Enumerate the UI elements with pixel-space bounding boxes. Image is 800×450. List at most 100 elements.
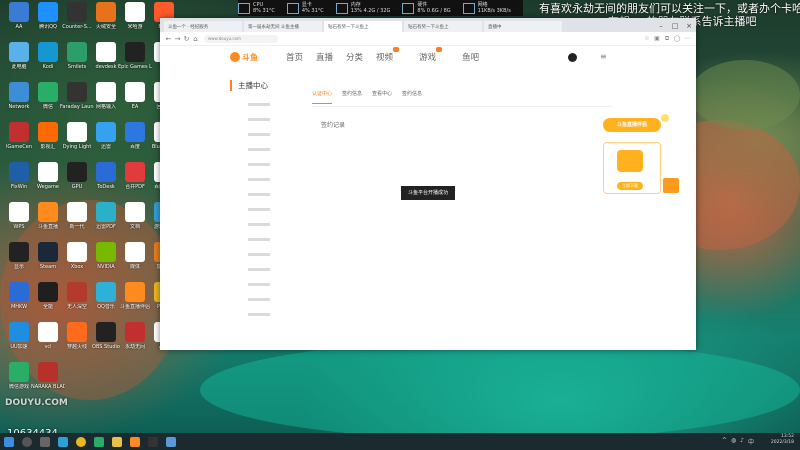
maximize-icon[interactable]: □ — [668, 20, 682, 32]
search-icon[interactable] — [22, 436, 32, 447]
app-icon — [67, 322, 87, 342]
sidebar-item[interactable] — [248, 238, 270, 241]
perf-text: 内存 13% 4.2G / 32G — [351, 2, 391, 14]
browser-tab[interactable]: 钻石有奖一下斗鱼上 — [324, 21, 402, 32]
nav-home[interactable]: 首页 — [286, 51, 303, 63]
sidebar-item[interactable] — [248, 298, 270, 301]
tab-divider — [312, 106, 612, 107]
refresh-icon[interactable]: ↻ — [182, 35, 191, 43]
app-icon — [96, 2, 116, 22]
edge-icon[interactable] — [58, 436, 68, 447]
hot-badge — [436, 47, 443, 52]
ime-icon[interactable]: 中 — [748, 437, 754, 446]
more-icon[interactable]: ⋯ — [682, 35, 692, 43]
app-icon — [38, 362, 58, 382]
app-icon — [9, 282, 29, 302]
window-controls: – □ × — [654, 20, 696, 32]
qr-code-icon[interactable] — [663, 178, 679, 193]
explorer-icon[interactable] — [112, 436, 122, 447]
promo-banner[interactable]: 斗鱼直播伴侣 — [603, 118, 661, 132]
url-field[interactable]: www.douyu.com — [204, 34, 278, 43]
nav-live[interactable]: 直播 — [316, 51, 333, 63]
nav-video[interactable]: 视频 — [376, 47, 406, 63]
tab-contract-info[interactable]: 签约信息 — [342, 90, 362, 104]
extension-icon[interactable]: ▣ — [652, 35, 662, 43]
sidebar-item[interactable] — [248, 313, 270, 316]
minimize-icon[interactable]: – — [654, 20, 668, 32]
nav-category[interactable]: 分类 — [346, 51, 363, 63]
sidebar-item[interactable] — [248, 268, 270, 271]
profile-icon[interactable]: ◯ — [672, 35, 682, 43]
collections-icon[interactable]: ⧉ — [662, 35, 672, 43]
app-icon — [67, 202, 87, 222]
app-icon — [38, 282, 58, 302]
sidebar-item[interactable] — [248, 118, 270, 121]
app-icon — [9, 122, 29, 142]
app-icon — [96, 42, 116, 62]
app-icon — [38, 322, 58, 342]
browser-tab[interactable]: 钻石有奖一下斗鱼上 — [404, 21, 482, 32]
sidebar-item[interactable] — [248, 178, 270, 181]
app-icon — [38, 82, 58, 102]
close-icon[interactable]: × — [682, 20, 696, 32]
sidebar-item[interactable] — [248, 163, 270, 166]
app-icon — [125, 82, 145, 102]
perf-block: CPU 8% 31°C — [238, 2, 275, 14]
app-icon — [96, 82, 116, 102]
app-icon — [67, 42, 87, 62]
nav-games[interactable]: 游戏 — [419, 47, 449, 63]
anchor-sidebar: 主播中心 — [230, 80, 300, 316]
app-icon — [38, 162, 58, 182]
app-icon — [67, 82, 87, 102]
browser-tab[interactable]: 斗鱼一个 · 经纪服务 — [164, 21, 242, 32]
app-icon — [9, 362, 29, 382]
app-icon — [96, 282, 116, 302]
promo-widget: 斗鱼直播伴侣 立即下载 — [603, 114, 679, 202]
browser-tabbar: 斗鱼一个 · 经纪服务 第一届永劫无间 斗鱼主播 钻石有奖一下斗鱼上 钻石有奖一… — [160, 18, 696, 32]
perf-text: CPU 8% 31°C — [253, 2, 275, 14]
sidebar-item[interactable] — [248, 253, 270, 256]
obs-taskbar-icon[interactable] — [148, 436, 158, 447]
start-icon[interactable] — [4, 436, 14, 447]
perf-text: 网络 11KB/s 3KB/s — [478, 2, 511, 14]
perf-value: 4% 31°C — [301, 8, 324, 14]
avatar[interactable] — [568, 53, 577, 62]
sidebar-item[interactable] — [248, 208, 270, 211]
toolbar-icons: ☆ ▣ ⧉ ◯ ⋯ — [642, 35, 692, 43]
desktop-icon[interactable]: NARAKA BLADEPOI... — [31, 362, 65, 390]
browser-tab[interactable]: 直播中 — [484, 21, 562, 32]
forward-icon[interactable]: → — [173, 35, 182, 43]
sidebar-item[interactable] — [248, 148, 270, 151]
home-icon[interactable]: ⌂ — [191, 35, 200, 43]
chrome-icon[interactable] — [76, 436, 86, 447]
app-taskbar-icon[interactable] — [166, 436, 176, 447]
douyu-logo[interactable]: 斗鱼 — [230, 50, 262, 64]
nav-fishbar[interactable]: 鱼吧 — [462, 51, 479, 63]
task-view-icon[interactable] — [40, 436, 50, 447]
network-icon[interactable]: ◍ — [731, 437, 736, 446]
browser-tab[interactable]: 第一届永劫无间 斗鱼主播 — [244, 21, 322, 32]
clock-date: 2022/3/18 — [770, 440, 794, 445]
douyu-taskbar-icon[interactable] — [130, 436, 140, 447]
section-label: 签约记录 — [321, 122, 346, 129]
sidebar-item[interactable] — [248, 103, 270, 106]
perf-block: 显卡 4% 31°C — [286, 2, 324, 14]
tab-certification[interactable]: 认证中心 — [312, 90, 333, 104]
sidebar-item[interactable] — [248, 223, 270, 226]
tab-view-center[interactable]: 查看中心 — [372, 90, 392, 104]
star-icon[interactable]: ☆ — [642, 35, 652, 43]
download-button[interactable]: 立即下载 — [617, 182, 643, 190]
app-icon — [9, 242, 29, 262]
tab-contract[interactable]: 签约信息 — [402, 90, 422, 104]
chevron-up-icon[interactable]: ^ — [722, 437, 727, 446]
menu-icon[interactable]: ≡ — [600, 52, 607, 61]
perf-block: 网络 11KB/s 3KB/s — [462, 2, 511, 14]
sidebar-item[interactable] — [248, 133, 270, 136]
sidebar-item[interactable] — [248, 193, 270, 196]
clock[interactable]: 13:52 2022/3/18 — [771, 434, 794, 446]
back-icon[interactable]: ← — [164, 35, 173, 43]
sidebar-item[interactable] — [248, 283, 270, 286]
wechat-icon[interactable] — [94, 436, 104, 447]
volume-icon[interactable]: ♪ — [740, 437, 744, 446]
app-icon — [67, 2, 87, 22]
